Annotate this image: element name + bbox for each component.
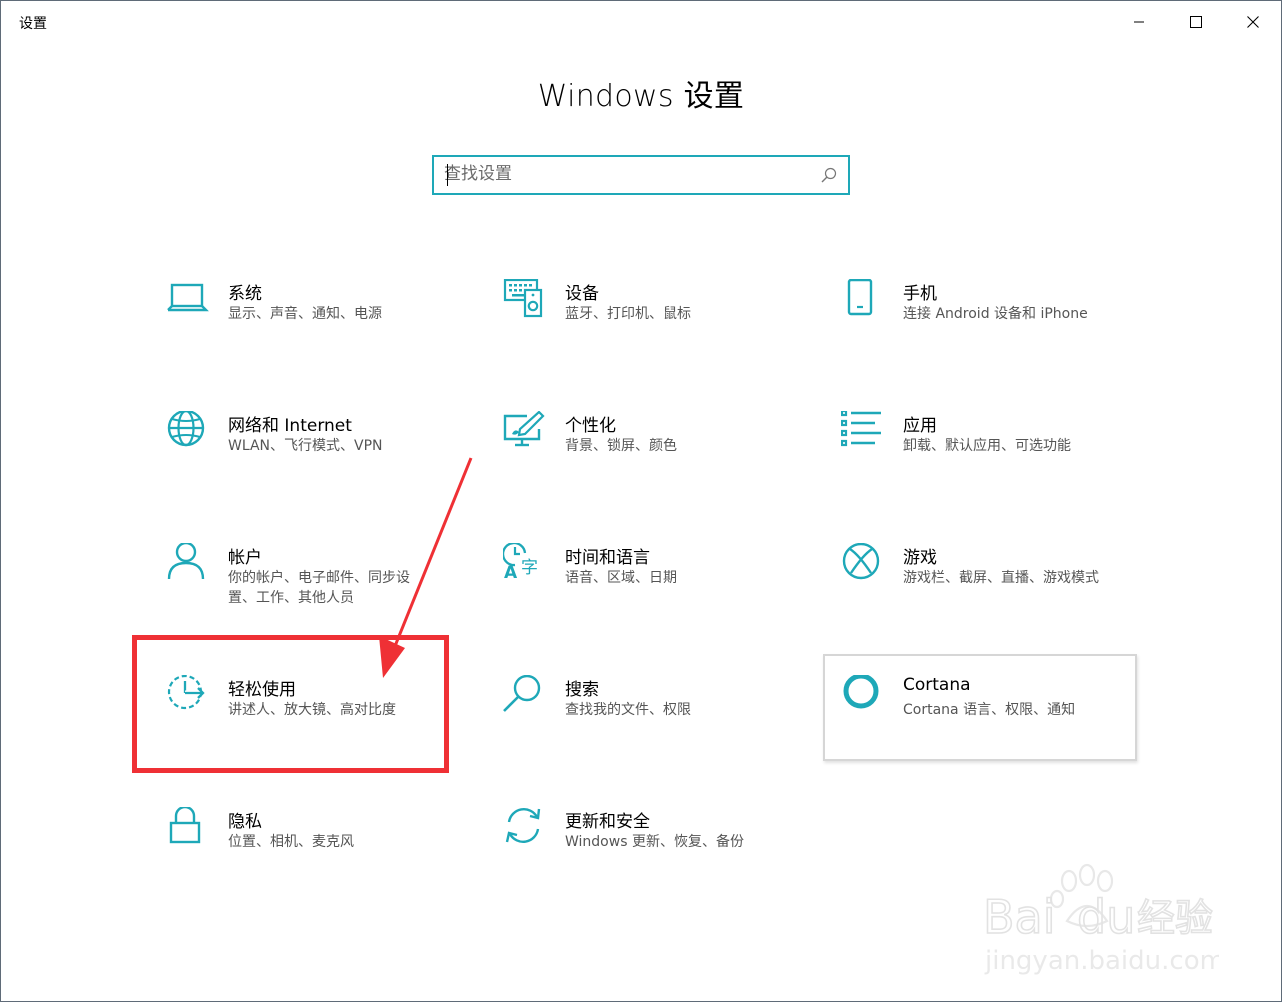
lock-icon	[169, 807, 201, 844]
sync-arrows-icon	[505, 808, 541, 843]
watermark-brand2: du	[1077, 890, 1135, 944]
xbox-icon	[842, 543, 880, 580]
category-description: 背景、锁屏、颜色	[565, 438, 677, 454]
category-title: 应用	[903, 416, 937, 436]
text-caret	[447, 164, 448, 186]
svg-text:字: 字	[521, 558, 538, 578]
close-button[interactable]	[1224, 1, 1281, 43]
search-icon[interactable]	[820, 166, 838, 184]
category-description: Cortana 语言、权限、通知	[903, 702, 1076, 718]
category-title: Cortana	[903, 675, 971, 695]
category-apps[interactable]: 应用 卸载、默认应用、可选功能	[841, 411, 1153, 515]
category-title: 搜索	[565, 680, 599, 700]
person-icon	[167, 543, 205, 580]
category-title: 时间和语言	[565, 548, 650, 568]
magnifier-icon	[503, 675, 541, 712]
category-description: 显示、声音、通知、电源	[228, 306, 382, 322]
category-description: 查找我的文件、权限	[565, 702, 691, 718]
settings-window: 设置 Windows 设置 系统 显示、声音、通知、电源	[0, 0, 1282, 1002]
category-update-security[interactable]: 更新和安全 Windows 更新、恢复、备份	[503, 807, 815, 911]
apps-list-icon	[841, 411, 881, 447]
category-description: Windows 更新、恢复、备份	[565, 834, 744, 850]
category-privacy[interactable]: 隐私 位置、相机、麦克风	[166, 807, 478, 911]
category-phone[interactable]: 手机 连接 Android 设备和 iPhone	[841, 279, 1153, 383]
personalization-icon	[503, 411, 545, 447]
category-description: 连接 Android 设备和 iPhone	[903, 306, 1088, 322]
category-title: 隐私	[228, 812, 262, 832]
category-cortana[interactable]: Cortana Cortana 语言、权限、通知	[841, 675, 1153, 779]
annotation-arrow-icon	[379, 457, 473, 678]
category-title: 游戏	[903, 548, 937, 568]
baidu-watermark: Bai du 经验 jingyan.baidu.com	[982, 863, 1219, 976]
maximize-icon	[1189, 16, 1202, 28]
svg-text:A: A	[504, 563, 518, 583]
watermark-brand-cn: 经验	[1137, 896, 1213, 940]
minimize-button[interactable]	[1110, 1, 1167, 43]
category-description: WLAN、飞行模式、VPN	[228, 438, 383, 454]
category-gaming[interactable]: 游戏 游戏栏、截屏、直播、游戏模式	[841, 543, 1153, 647]
category-description: 语音、区域、日期	[565, 570, 677, 586]
watermark-brand: Bai	[983, 890, 1056, 944]
category-search[interactable]: 搜索 查找我的文件、权限	[503, 675, 815, 779]
category-system[interactable]: 系统 显示、声音、通知、电源	[166, 279, 478, 383]
category-title: 帐户	[228, 548, 262, 568]
search-input[interactable]	[444, 162, 804, 186]
category-description: 卸载、默认应用、可选功能	[903, 438, 1071, 454]
category-time-language[interactable]: A 字 时间和语言 语音、区域、日期	[503, 543, 815, 647]
devices-icon	[503, 279, 543, 318]
category-title: 设备	[565, 284, 599, 304]
category-personalization[interactable]: 个性化 背景、锁屏、颜色	[503, 411, 815, 515]
category-description: 游戏栏、截屏、直播、游戏模式	[903, 570, 1099, 586]
close-icon	[1246, 16, 1259, 28]
globe-icon	[167, 411, 205, 447]
category-title: 个性化	[565, 416, 616, 436]
cortana-ring-icon	[843, 675, 879, 709]
time-language-icon: A 字	[503, 543, 538, 583]
minimize-icon	[1133, 21, 1144, 23]
maximize-button[interactable]	[1167, 1, 1224, 43]
page-title: Windows 设置	[537, 79, 745, 114]
window-title: 设置	[19, 16, 47, 32]
category-description: 位置、相机、麦克风	[228, 834, 354, 850]
watermark-url: jingyan.baidu.com	[984, 946, 1219, 976]
category-title: 更新和安全	[565, 812, 650, 832]
category-title: 网络和 Internet	[228, 416, 352, 436]
title-bar[interactable]: 设置	[1, 1, 1281, 43]
phone-icon	[847, 279, 873, 316]
laptop-icon	[167, 283, 209, 312]
category-description: 蓝牙、打印机、鼠标	[565, 306, 691, 322]
search-box[interactable]	[432, 155, 850, 195]
category-title: 系统	[228, 284, 262, 304]
category-devices[interactable]: 设备 蓝牙、打印机、鼠标	[503, 279, 815, 383]
category-title: 手机	[903, 284, 937, 304]
